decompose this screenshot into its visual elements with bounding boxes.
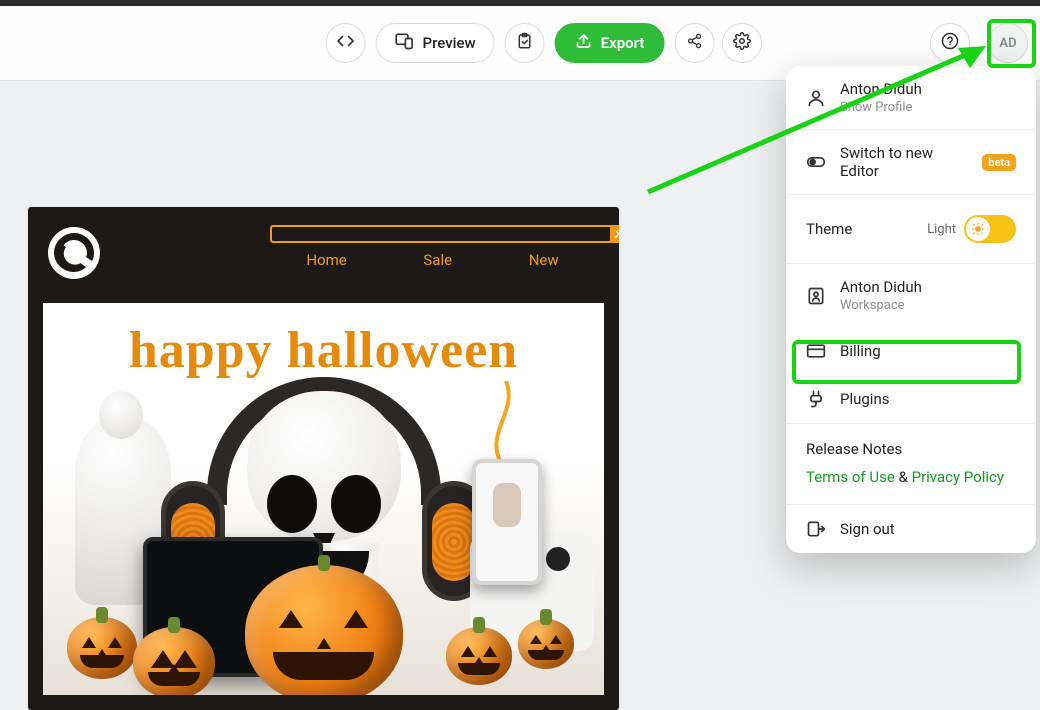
terms-link[interactable]: Terms of Use <box>806 468 895 486</box>
switch-editor-label: Switch to new Editor <box>840 144 964 180</box>
sign-out-label: Sign out <box>840 520 895 538</box>
nav-item-sale[interactable]: Sale <box>423 251 452 269</box>
export-label: Export <box>601 34 645 52</box>
menu-item-billing[interactable]: Billing <box>786 327 1036 375</box>
nav-item-home[interactable]: Home <box>306 251 346 269</box>
legal-links: Terms of Use & Privacy Policy <box>806 468 1016 486</box>
preview-label: Preview <box>423 34 476 52</box>
avatar-initials: AD <box>999 36 1016 51</box>
export-button[interactable]: Export <box>555 23 665 63</box>
menu-item-plugins[interactable]: Plugins <box>786 375 1036 423</box>
share-icon <box>686 33 702 53</box>
billing-label: Billing <box>840 342 881 360</box>
gear-icon <box>733 32 751 54</box>
plugins-label: Plugins <box>840 390 889 408</box>
menu-item-switch-editor[interactable]: Switch to new Editor beta <box>786 130 1036 194</box>
theme-mode: Light <box>927 222 956 237</box>
id-badge-icon <box>806 286 826 306</box>
clipboard-check-icon <box>516 32 534 54</box>
devices-icon <box>395 31 415 55</box>
profile-sub: Show Profile <box>840 100 922 115</box>
privacy-link[interactable]: Privacy Policy <box>912 468 1004 486</box>
workspace-sub: Workspace <box>840 298 922 313</box>
plug-icon <box>806 389 826 409</box>
profile-name: Anton Diduh <box>840 80 922 98</box>
question-icon <box>941 32 959 54</box>
menu-item-theme: Theme Light <box>786 195 1036 263</box>
menu-item-profile[interactable]: Anton Diduh Show Profile <box>786 66 1036 129</box>
nav-item-new[interactable]: New <box>529 251 559 269</box>
avatar-button[interactable]: AD <box>988 23 1028 63</box>
hero-headline: happy halloween <box>43 303 604 380</box>
menu-item-sign-out[interactable]: Sign out <box>786 505 1036 553</box>
sign-out-icon <box>806 519 826 539</box>
code-button[interactable] <box>326 23 366 63</box>
release-notes-link[interactable]: Release Notes <box>806 440 1016 458</box>
credit-card-icon <box>806 341 826 361</box>
sun-icon <box>966 217 990 241</box>
selection-frame[interactable] <box>270 225 619 243</box>
selection-handle-icon[interactable] <box>610 225 619 243</box>
preview-button[interactable]: Preview <box>376 23 495 63</box>
theme-toggle[interactable] <box>964 215 1016 243</box>
hero-art <box>43 385 604 695</box>
user-icon <box>806 88 826 108</box>
settings-button[interactable] <box>722 23 762 63</box>
help-button[interactable] <box>930 23 970 63</box>
export-icon <box>575 32 593 54</box>
share-button[interactable] <box>674 23 714 63</box>
beta-badge: beta <box>982 154 1016 171</box>
clipboard-button[interactable] <box>505 23 545 63</box>
email-preview: Home Sale New happy halloween <box>28 207 619 710</box>
user-menu: Anton Diduh Show Profile Switch to new E… <box>786 66 1036 553</box>
workspace-name: Anton Diduh <box>840 278 922 296</box>
theme-label: Theme <box>806 220 852 238</box>
menu-item-workspace[interactable]: Anton Diduh Workspace <box>786 264 1036 327</box>
amp: & <box>899 468 908 486</box>
toggle-icon <box>806 152 826 172</box>
code-icon <box>337 32 355 54</box>
brand-logo <box>46 225 102 281</box>
email-nav: Home Sale New <box>268 251 597 269</box>
